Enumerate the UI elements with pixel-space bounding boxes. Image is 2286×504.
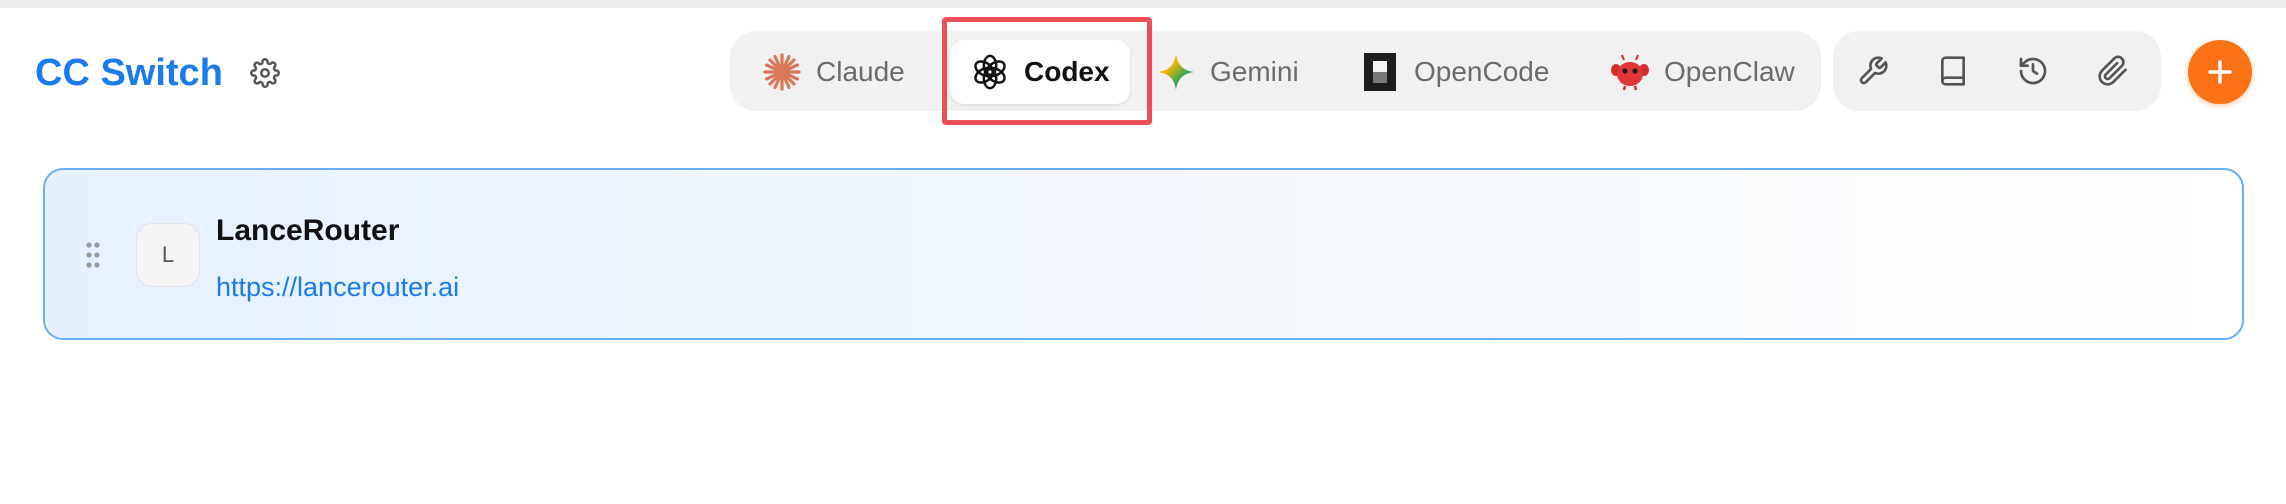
wrench-icon (1859, 56, 1888, 85)
tab-codex[interactable]: Codex (950, 40, 1130, 104)
provider-avatar: L (136, 223, 200, 287)
paperclip-icon (2098, 55, 2127, 86)
tab-label: Codex (1024, 56, 1110, 87)
openai-knot-icon (970, 52, 1010, 92)
plus-icon (2208, 60, 2232, 84)
settings-button[interactable] (247, 55, 283, 91)
grip-dots-icon (86, 242, 100, 268)
tab-gemini[interactable]: Gemini (1136, 40, 1319, 104)
add-provider-button[interactable] (2188, 40, 2252, 104)
provider-name: LanceRouter (216, 214, 400, 247)
book-icon (1941, 56, 1965, 86)
tab-opencode[interactable]: OpenCode (1340, 40, 1569, 104)
tab-openclaw[interactable]: OpenClaw (1590, 40, 1815, 104)
tab-label: OpenClaw (1664, 56, 1795, 87)
provider-url-link[interactable]: https://lancerouter.ai (216, 272, 459, 303)
tab-claude[interactable]: Claude (742, 40, 925, 104)
tab-label: Claude (816, 56, 905, 87)
openclaw-crab-icon (1610, 52, 1650, 92)
history-icon (2019, 57, 2047, 85)
tab-label: Gemini (1210, 56, 1299, 87)
drag-handle[interactable] (83, 238, 103, 272)
tab-label: OpenCode (1414, 56, 1550, 87)
gear-icon (250, 58, 280, 88)
history-button[interactable] (2013, 51, 2053, 91)
opencode-icon (1360, 52, 1400, 92)
claude-sunburst-icon (762, 52, 802, 92)
tools-button[interactable] (1853, 51, 1893, 91)
app-title: CC Switch (35, 52, 223, 94)
attachments-button[interactable] (2093, 51, 2133, 91)
docs-button[interactable] (1933, 51, 1973, 91)
window-top-strip (0, 0, 2286, 8)
provider-card[interactable] (43, 168, 2244, 340)
gemini-star-icon (1156, 52, 1196, 92)
